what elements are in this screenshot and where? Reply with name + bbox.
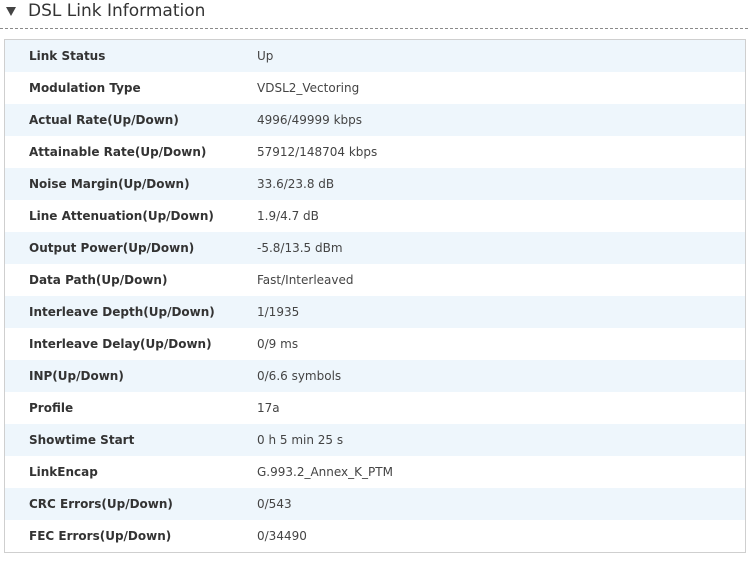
row-value: 0/543 <box>257 488 746 520</box>
section-header-dsl-link-information[interactable]: DSL Link Information <box>0 0 748 29</box>
row-label: Data Path(Up/Down) <box>4 264 257 296</box>
table-row: Showtime Start 0 h 5 min 25 s <box>4 424 746 456</box>
table-row: Noise Margin(Up/Down) 33.6/23.8 dB <box>4 168 746 200</box>
row-value: Up <box>257 39 746 72</box>
row-label: Link Status <box>4 39 257 72</box>
section-title: DSL Link Information <box>28 1 206 21</box>
row-label: Interleave Delay(Up/Down) <box>4 328 257 360</box>
table-row: Interleave Delay(Up/Down) 0/9 ms <box>4 328 746 360</box>
row-label: Profile <box>4 392 257 424</box>
row-value: VDSL2_Vectoring <box>257 72 746 104</box>
table-row: Output Power(Up/Down) -5.8/13.5 dBm <box>4 232 746 264</box>
row-label: Attainable Rate(Up/Down) <box>4 136 257 168</box>
table-row: Link Status Up <box>4 39 746 72</box>
table-row: Actual Rate(Up/Down) 4996/49999 kbps <box>4 104 746 136</box>
row-value: G.993.2_Annex_K_PTM <box>257 456 746 488</box>
table-row: INP(Up/Down) 0/6.6 symbols <box>4 360 746 392</box>
row-label: LinkEncap <box>4 456 257 488</box>
triangle-down-icon[interactable] <box>6 7 16 16</box>
row-label: Actual Rate(Up/Down) <box>4 104 257 136</box>
row-label: Noise Margin(Up/Down) <box>4 168 257 200</box>
table-row: LinkEncap G.993.2_Annex_K_PTM <box>4 456 746 488</box>
row-value: 0/6.6 symbols <box>257 360 746 392</box>
row-value: 57912/148704 kbps <box>257 136 746 168</box>
row-label: Interleave Depth(Up/Down) <box>4 296 257 328</box>
table-row: Modulation Type VDSL2_Vectoring <box>4 72 746 104</box>
row-value: 1.9/4.7 dB <box>257 200 746 232</box>
table-row: FEC Errors(Up/Down) 0/34490 <box>4 520 746 553</box>
row-value: 17a <box>257 392 746 424</box>
row-label: FEC Errors(Up/Down) <box>4 520 257 553</box>
row-value: -5.8/13.5 dBm <box>257 232 746 264</box>
table-row: CRC Errors(Up/Down) 0/543 <box>4 488 746 520</box>
row-value: 0/9 ms <box>257 328 746 360</box>
row-value: 1/1935 <box>257 296 746 328</box>
row-label: Line Attenuation(Up/Down) <box>4 200 257 232</box>
row-value: 0 h 5 min 25 s <box>257 424 746 456</box>
row-value: 4996/49999 kbps <box>257 104 746 136</box>
row-label: Output Power(Up/Down) <box>4 232 257 264</box>
table-row: Profile 17a <box>4 392 746 424</box>
dsl-link-info-table: Link Status Up Modulation Type VDSL2_Vec… <box>4 39 746 553</box>
table-row: Attainable Rate(Up/Down) 57912/148704 kb… <box>4 136 746 168</box>
table-row: Data Path(Up/Down) Fast/Interleaved <box>4 264 746 296</box>
table-row: Interleave Depth(Up/Down) 1/1935 <box>4 296 746 328</box>
row-value: 0/34490 <box>257 520 746 553</box>
row-label: Showtime Start <box>4 424 257 456</box>
row-label: CRC Errors(Up/Down) <box>4 488 257 520</box>
row-label: Modulation Type <box>4 72 257 104</box>
row-value: Fast/Interleaved <box>257 264 746 296</box>
table-row: Line Attenuation(Up/Down) 1.9/4.7 dB <box>4 200 746 232</box>
row-label: INP(Up/Down) <box>4 360 257 392</box>
row-value: 33.6/23.8 dB <box>257 168 746 200</box>
